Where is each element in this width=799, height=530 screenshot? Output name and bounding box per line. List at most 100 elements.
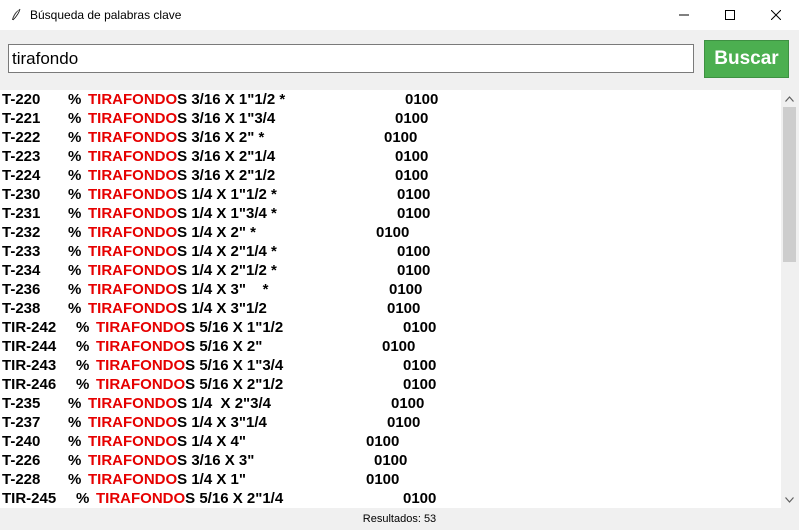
item-code: T-232 xyxy=(2,224,41,241)
list-item[interactable]: T-237% TIRAFONDOS 1/4 X 3"1/4 0100 xyxy=(0,413,781,432)
status-bar: Resultados: 53 xyxy=(0,508,799,530)
item-description: TIRAFONDOS 1/4 X 3" * xyxy=(88,280,269,299)
list-item[interactable]: T-221% TIRAFONDOS 3/16 X 1"3/4 0100 xyxy=(0,109,781,128)
feather-icon xyxy=(8,7,24,23)
item-code: T-236 xyxy=(2,281,41,298)
item-rest: S 5/16 X 2" xyxy=(185,338,263,355)
minimize-icon xyxy=(679,14,689,16)
list-item[interactable]: T-232% TIRAFONDOS 1/4 X 2" * 0100 xyxy=(0,223,781,242)
keyword-highlight: TIRAFONDO xyxy=(96,319,186,336)
keyword-highlight: TIRAFONDO xyxy=(88,91,178,108)
item-percent: % xyxy=(68,395,82,412)
list-item[interactable]: T-235% TIRAFONDOS 1/4 X 2"3/4 0100 xyxy=(0,394,781,413)
item-rest: S 5/16 X 2"1/4 xyxy=(185,490,284,507)
results-list[interactable]: T-220% TIRAFONDOS 3/16 X 1"1/2 * 0100 T-221… xyxy=(0,90,781,508)
item-code: T-235 xyxy=(2,395,41,412)
close-button[interactable] xyxy=(753,0,799,30)
title-bar: Búsqueda de palabras clave xyxy=(0,0,799,30)
item-description: TIRAFONDOS 1/4 X 2" * xyxy=(88,223,256,242)
item-rest: S 3/16 X 2"1/2 xyxy=(177,167,276,184)
scroll-down-button[interactable] xyxy=(781,491,798,508)
list-item[interactable]: TIR-245% TIRAFONDOS 5/16 X 2"1/4 0100 xyxy=(0,489,781,508)
item-quantity: 0100 xyxy=(397,205,431,222)
list-item[interactable]: T-230% TIRAFONDOS 1/4 X 1"1/2 * 0100 xyxy=(0,185,781,204)
item-code: TIR-244 xyxy=(2,338,57,355)
list-item[interactable]: T-222% TIRAFONDOS 3/16 X 2" * 0100 xyxy=(0,128,781,147)
item-percent: % xyxy=(68,281,82,298)
list-item[interactable]: T-220% TIRAFONDOS 3/16 X 1"1/2 * 0100 xyxy=(0,90,781,109)
list-item[interactable]: T-224% TIRAFONDOS 3/16 X 2"1/2 0100 xyxy=(0,166,781,185)
list-item[interactable]: TIR-244% TIRAFONDOS 5/16 X 2" 0100 xyxy=(0,337,781,356)
item-quantity: 0100 xyxy=(395,167,429,184)
item-code: T-222 xyxy=(2,129,41,146)
list-item[interactable]: T-236% TIRAFONDOS 1/4 X 3" * 0100 xyxy=(0,280,781,299)
keyword-highlight: TIRAFONDO xyxy=(88,243,178,260)
item-quantity: 0100 xyxy=(405,91,439,108)
item-code: T-223 xyxy=(2,148,41,165)
item-description: TIRAFONDOS 5/16 X 1"3/4 xyxy=(96,356,283,375)
list-item[interactable]: T-231% TIRAFONDOS 1/4 X 1"3/4 * 0100 xyxy=(0,204,781,223)
list-item[interactable]: TIR-243% TIRAFONDOS 5/16 X 1"3/4 0100 xyxy=(0,356,781,375)
item-rest: S 3/16 X 1"3/4 xyxy=(177,110,276,127)
item-rest: S 1/4 X 1"3/4 * xyxy=(177,205,277,222)
maximize-button[interactable] xyxy=(707,0,753,30)
scroll-thumb[interactable] xyxy=(783,107,796,262)
item-percent: % xyxy=(68,167,82,184)
search-button[interactable]: Buscar xyxy=(704,40,789,78)
list-item[interactable]: T-228% TIRAFONDOS 1/4 X 1" 0100 xyxy=(0,470,781,489)
item-quantity: 0100 xyxy=(374,452,408,469)
list-item[interactable]: T-223% TIRAFONDOS 3/16 X 2"1/4 0100 xyxy=(0,147,781,166)
keyword-highlight: TIRAFONDO xyxy=(88,129,178,146)
item-quantity: 0100 xyxy=(395,110,429,127)
vertical-scrollbar[interactable] xyxy=(781,90,798,508)
scroll-up-button[interactable] xyxy=(781,90,798,107)
item-description: TIRAFONDOS 5/16 X 1"1/2 xyxy=(96,318,283,337)
list-item[interactable]: T-226% TIRAFONDOS 3/16 X 3" 0100 xyxy=(0,451,781,470)
list-item[interactable]: TIR-246% TIRAFONDOS 5/16 X 2"1/2 0100 xyxy=(0,375,781,394)
item-rest: S 3/16 X 2" * xyxy=(177,129,265,146)
keyword-highlight: TIRAFONDO xyxy=(88,205,178,222)
item-description: TIRAFONDOS 1/4 X 1"1/2 * xyxy=(88,185,277,204)
keyword-highlight: TIRAFONDO xyxy=(88,471,178,488)
keyword-highlight: TIRAFONDO xyxy=(88,433,178,450)
chevron-up-icon xyxy=(785,95,794,102)
item-percent: % xyxy=(76,357,90,374)
item-code: T-240 xyxy=(2,433,41,450)
item-quantity: 0100 xyxy=(384,129,418,146)
list-item[interactable]: T-233% TIRAFONDOS 1/4 X 2"1/4 * 0100 xyxy=(0,242,781,261)
list-item[interactable]: TIR-242% TIRAFONDOS 5/16 X 1"1/2 0100 xyxy=(0,318,781,337)
item-quantity: 0100 xyxy=(403,490,437,507)
item-description: TIRAFONDOS 1/4 X 1" xyxy=(88,470,246,489)
item-code: T-233 xyxy=(2,243,41,260)
item-percent: % xyxy=(68,262,82,279)
item-rest: S 1/4 X 1"1/2 * xyxy=(177,186,277,203)
window-title: Búsqueda de palabras clave xyxy=(30,8,182,22)
item-rest: S 5/16 X 2"1/2 xyxy=(185,376,284,393)
item-quantity: 0100 xyxy=(387,414,421,431)
list-item[interactable]: T-234% TIRAFONDOS 1/4 X 2"1/2 * 0100 xyxy=(0,261,781,280)
item-description: TIRAFONDOS 3/16 X 2"1/2 xyxy=(88,166,275,185)
item-percent: % xyxy=(68,129,82,146)
item-percent: % xyxy=(68,452,82,469)
list-item[interactable]: T-238% TIRAFONDOS 1/4 X 3"1/2 0100 xyxy=(0,299,781,318)
item-rest: S 1/4 X 2"1/4 * xyxy=(177,243,277,260)
item-code: T-238 xyxy=(2,300,41,317)
item-code: T-230 xyxy=(2,186,41,203)
item-rest: S 3/16 X 3" xyxy=(177,452,255,469)
list-item[interactable]: T-240% TIRAFONDOS 1/4 X 4" 0100 xyxy=(0,432,781,451)
minimize-button[interactable] xyxy=(661,0,707,30)
item-quantity: 0100 xyxy=(397,186,431,203)
item-code: T-220 xyxy=(2,91,41,108)
item-quantity: 0100 xyxy=(389,281,423,298)
item-percent: % xyxy=(68,471,82,488)
item-code: T-237 xyxy=(2,414,41,431)
results-count: Resultados: 53 xyxy=(362,513,437,525)
item-percent: % xyxy=(68,433,82,450)
item-quantity: 0100 xyxy=(366,433,400,450)
search-input[interactable] xyxy=(8,44,694,73)
item-description: TIRAFONDOS 1/4 X 4" xyxy=(88,432,246,451)
item-quantity: 0100 xyxy=(387,300,421,317)
keyword-highlight: TIRAFONDO xyxy=(88,395,178,412)
item-rest: S 1/4 X 2"3/4 xyxy=(177,395,272,412)
maximize-icon xyxy=(725,10,735,20)
